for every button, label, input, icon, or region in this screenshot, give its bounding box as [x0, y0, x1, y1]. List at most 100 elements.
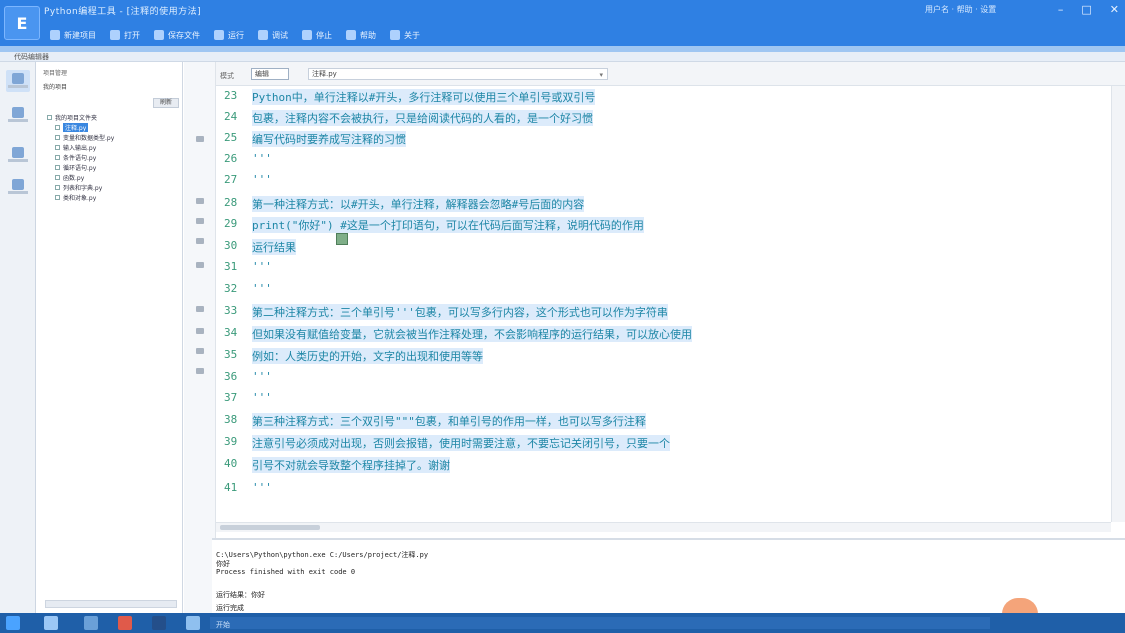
terminal-icon[interactable]	[152, 616, 166, 630]
search-view-button[interactable]	[6, 144, 30, 166]
fold-marker-icon[interactable]	[196, 306, 204, 312]
code-line: 41 '''	[216, 478, 1111, 499]
taskbar-running-app[interactable]: 开始	[210, 617, 990, 629]
line-text: 例如：人类历史的开始，文字的出现和使用等等	[252, 348, 483, 364]
open-button[interactable]: 打开	[110, 30, 140, 41]
file-icon	[55, 184, 60, 190]
document-tab[interactable]: 代码编辑器	[14, 52, 49, 62]
file-icon	[55, 194, 60, 200]
logo-glyph: E	[16, 13, 28, 33]
debug-icon	[258, 30, 268, 40]
debug-button[interactable]: 调试	[258, 30, 288, 41]
file-icon	[55, 144, 60, 150]
fold-marker-icon[interactable]	[196, 328, 204, 334]
line-number: 39	[224, 435, 238, 448]
fold-marker-icon[interactable]	[196, 218, 204, 224]
chevron-down-icon: ▾	[599, 71, 603, 79]
refresh-button[interactable]: 刷新	[153, 98, 179, 108]
output-line: 运行完成	[216, 604, 244, 612]
media-icon[interactable]	[118, 616, 132, 630]
tree-item-label: 变量和数据类型.py	[63, 134, 115, 142]
start-button[interactable]	[6, 616, 20, 630]
line-text: '''	[252, 370, 272, 383]
maximize-button[interactable]: □	[1081, 3, 1091, 16]
file-select[interactable]: 注释.py ▾	[308, 68, 608, 80]
tree-header: 项目管理	[43, 70, 68, 77]
fold-marker-icon[interactable]	[196, 238, 204, 244]
editor-horizontal-scrollbar[interactable]	[216, 522, 1111, 532]
line-text: '''	[252, 260, 272, 273]
help-button[interactable]: 帮助	[346, 30, 376, 41]
ide-taskbar-icon[interactable]	[186, 616, 200, 630]
code-editor[interactable]: 23 Python中，单行注释以#开头，多行注释可以使用三个单引号或双引号 24 包…	[216, 86, 1111, 522]
app-logo-icon[interactable]: E	[4, 6, 40, 40]
label-placeholder	[8, 191, 28, 194]
title-bar: E Python编程工具 - [注释的使用方法] 用户名 · 帮助 · 设置 –…	[0, 0, 1125, 46]
toolbar-label: 帮助	[360, 30, 376, 40]
tree-item-label: 注释.py	[63, 122, 89, 132]
tree-item[interactable]: 我的项目文件夹	[47, 112, 114, 122]
save-file-button[interactable]: 保存文件	[154, 30, 200, 41]
line-number: 29	[224, 217, 238, 230]
line-number: 36	[224, 370, 238, 383]
tree-item[interactable]: 列表和字典.py	[47, 182, 114, 192]
tree-item-label: 函数.py	[63, 174, 85, 182]
editor-vertical-scrollbar[interactable]	[1111, 86, 1125, 522]
tree-item[interactable]: 函数.py	[47, 172, 114, 182]
mode-select[interactable]: 编辑	[251, 68, 289, 80]
structure-icon	[12, 107, 24, 118]
tree-item-selected[interactable]: 注释.py	[47, 122, 114, 132]
structure-view-button[interactable]	[6, 104, 30, 126]
toolbar-label: 关于	[404, 30, 420, 40]
line-number: 41	[224, 481, 238, 494]
tree-scrollbar[interactable]	[45, 600, 177, 608]
settings-view-button[interactable]	[6, 176, 30, 198]
fold-marker-icon[interactable]	[196, 368, 204, 374]
code-line: 35 例如：人类历史的开始，文字的出现和使用等等	[216, 345, 1111, 366]
line-number: 25	[224, 131, 238, 144]
explorer-icon[interactable]	[44, 616, 58, 630]
line-number: 34	[224, 326, 238, 339]
line-text: '''	[252, 173, 272, 186]
line-text: 编写代码时要养成写注释的习惯	[252, 131, 406, 147]
tree-item[interactable]: 条件语句.py	[47, 152, 114, 162]
about-button[interactable]: 关于	[390, 30, 420, 41]
tree-item-label: 条件语句.py	[63, 154, 97, 162]
new-project-button[interactable]: 新建项目	[50, 30, 96, 41]
code-line: 34 但如果没有赋值给变量，它就会被当作注释处理，不会影响程序的运行结果，可以放心…	[216, 323, 1111, 344]
tree-item-label: 我的项目文件夹	[55, 114, 98, 122]
code-line: 39 注意引号必须成对出现，否则会报错，使用时需要注意，不要忘记关闭引号，只要一个	[216, 432, 1111, 453]
expand-icon[interactable]	[47, 114, 52, 120]
fold-marker-icon[interactable]	[196, 198, 204, 204]
scrollbar-thumb[interactable]	[220, 525, 320, 530]
line-text: 注意引号必须成对出现，否则会报错，使用时需要注意，不要忘记关闭引号，只要一个	[252, 435, 670, 451]
fold-marker-icon[interactable]	[196, 136, 204, 142]
code-line: 40 引号不对就会导致整个程序挂掉了。谢谢	[216, 454, 1111, 475]
tree-item[interactable]: 变量和数据类型.py	[47, 132, 114, 142]
line-text: 第二种注释方式：三个单引号'''包裹，可以写多行内容，这个形式也可以作为字符串	[252, 304, 668, 320]
run-button[interactable]: 运行	[214, 30, 244, 41]
user-info[interactable]: 用户名 · 帮助 · 设置	[925, 4, 996, 15]
open-icon	[110, 30, 120, 40]
main-toolbar: 新建项目 打开 保存文件 运行 调试 停止 帮助 关于	[50, 27, 434, 43]
tree-subheader: 我的项目	[43, 84, 68, 91]
tree-item[interactable]: 循环语句.py	[47, 162, 114, 172]
fold-marker-icon[interactable]	[196, 348, 204, 354]
code-line: 36 '''	[216, 367, 1111, 388]
line-text: 第一种注释方式：以#开头，单行注释，解释器会忽略#号后面的内容	[252, 196, 585, 212]
line-number: 37	[224, 391, 238, 404]
window-title: Python编程工具 - [注释的使用方法]	[44, 7, 202, 17]
code-line: 28 第一种注释方式：以#开头，单行注释，解释器会忽略#号后面的内容	[216, 193, 1111, 214]
close-button[interactable]: ✕	[1110, 3, 1119, 16]
stop-button[interactable]: 停止	[302, 30, 332, 41]
line-text: 引号不对就会导致整个程序挂掉了。谢谢	[252, 457, 450, 473]
tree-item[interactable]: 类和对象.py	[47, 192, 114, 202]
gear-icon	[12, 179, 24, 190]
toolbar-label: 运行	[228, 30, 244, 40]
project-view-button[interactable]	[6, 70, 30, 92]
fold-marker-icon[interactable]	[196, 262, 204, 268]
minimize-button[interactable]: –	[1058, 3, 1064, 16]
browser-icon[interactable]	[84, 616, 98, 630]
run-icon	[214, 30, 224, 40]
tree-item[interactable]: 输入输出.py	[47, 142, 114, 152]
